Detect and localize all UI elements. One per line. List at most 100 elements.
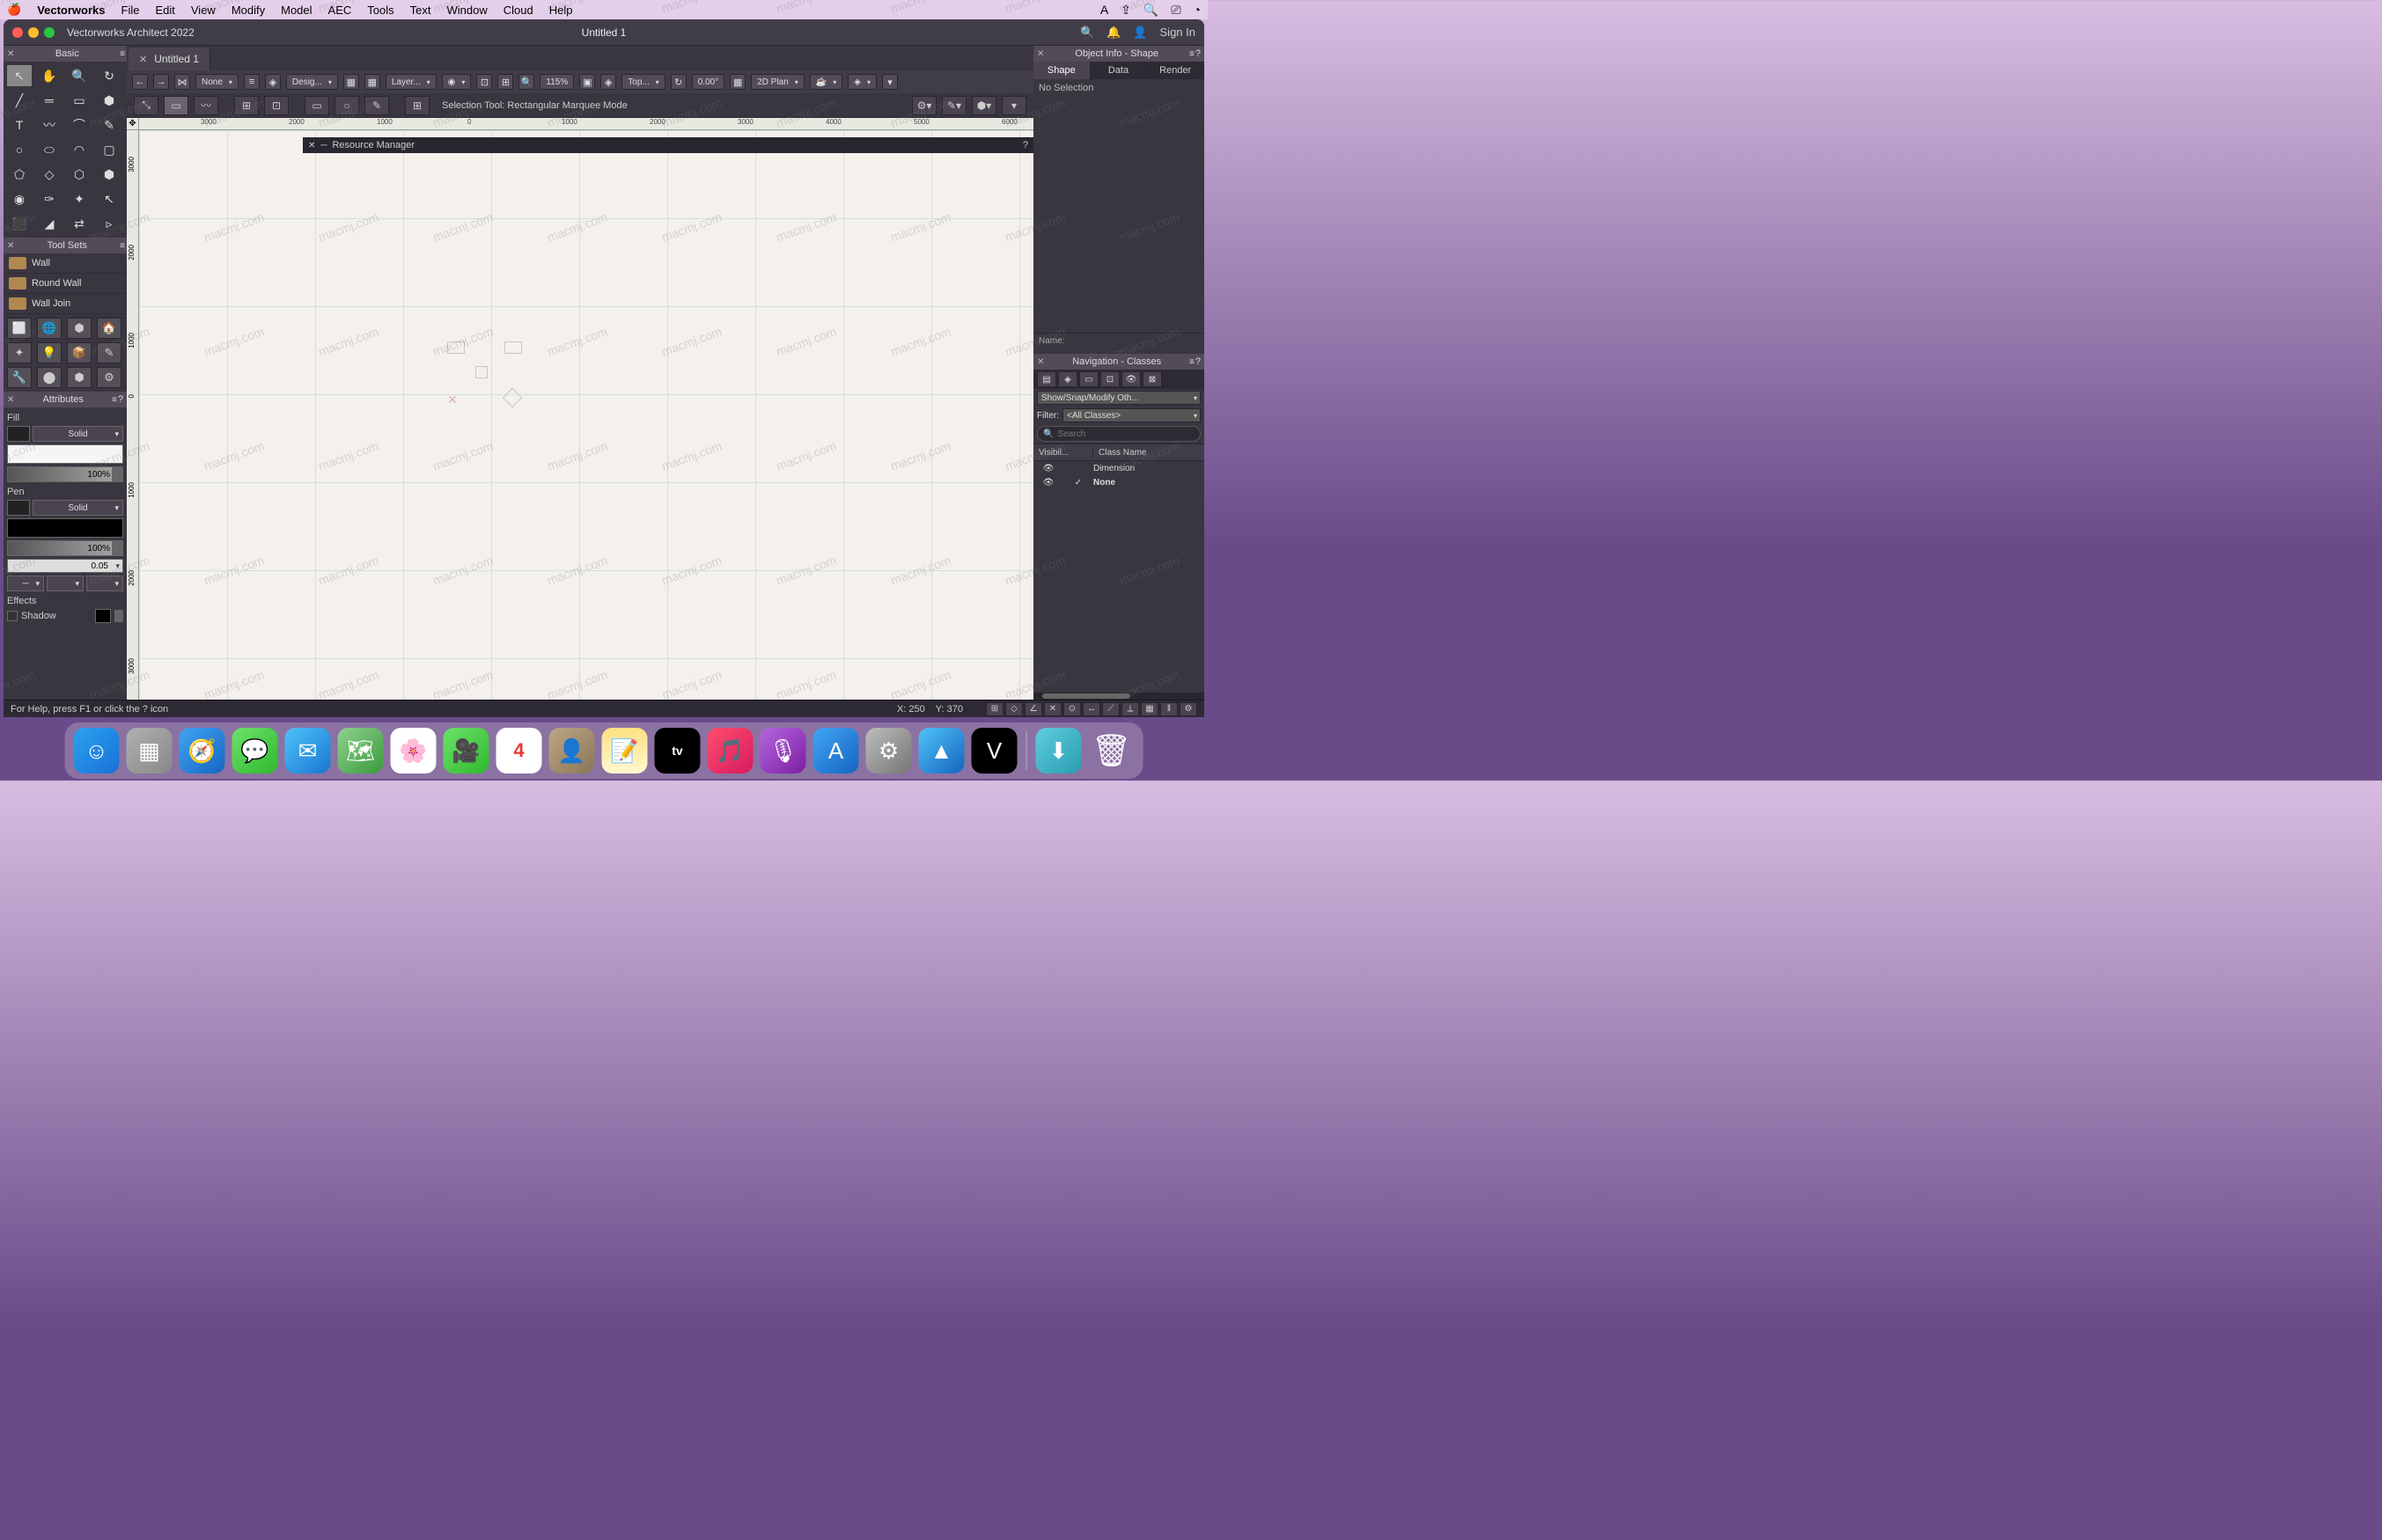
toolset-wall-join[interactable]: Wall Join (4, 294, 127, 314)
shadow-color-swatch[interactable] (95, 609, 111, 623)
menu-modify[interactable]: Modify (232, 4, 265, 17)
rectangle-tool-icon[interactable]: ▭ (67, 90, 92, 111)
menu-cloud[interactable]: Cloud (504, 4, 533, 17)
fill-color[interactable] (7, 444, 123, 464)
close-icon[interactable]: ✕ (7, 49, 14, 59)
mode-object-icon[interactable]: ⬢▾ (972, 96, 996, 115)
pen-opacity-slider[interactable]: 100% (7, 540, 123, 556)
dock-app-trash[interactable]: 🗑 (1089, 728, 1135, 774)
visibility-mode-dropdown[interactable]: Show/Snap/Modify Oth... (1037, 391, 1201, 405)
star-tool-icon[interactable]: ✦ (67, 188, 92, 209)
flyover-tool-icon[interactable]: ↻ (97, 65, 121, 86)
fit-objects-icon[interactable]: ⊞ (497, 74, 513, 90)
toolset-item-icon[interactable]: 🏠 (97, 318, 121, 339)
quarter-arc-tool-icon[interactable]: ◠ (67, 139, 92, 160)
render-mode-dropdown[interactable]: 2D Plan (751, 74, 805, 90)
text-tool-icon[interactable]: T (7, 114, 32, 136)
toolset-item-icon[interactable]: ⬜ (7, 318, 32, 339)
mode-dropdown-icon[interactable]: ▾ (1002, 96, 1026, 115)
arrow-start-dropdown[interactable] (47, 576, 84, 591)
mode-freehand-icon[interactable]: ✎ (364, 96, 389, 115)
menu-file[interactable]: File (121, 4, 140, 17)
menu-text[interactable]: Text (410, 4, 431, 17)
mode-prefs-icon[interactable]: ⊞ (405, 96, 430, 115)
dock-app-contacts[interactable]: 👤 (549, 728, 595, 774)
snap-smart-point-icon[interactable]: ⊙ (1063, 702, 1081, 716)
arrow-end-dropdown[interactable] (86, 576, 123, 591)
close-icon[interactable]: ✕ (1037, 49, 1044, 59)
layer-icon[interactable]: ◈ (265, 74, 281, 90)
active-check-icon[interactable]: ✓ (1063, 478, 1093, 488)
dock-app-vectorworks[interactable]: V (972, 728, 1018, 774)
class-row[interactable]: 👁 Dimension (1033, 461, 1204, 475)
snap-intersect-icon[interactable]: ✕ (1044, 702, 1062, 716)
view-cube-icon[interactable]: ▣ (579, 74, 595, 90)
mode-gear-icon[interactable]: ⚙▾ (912, 96, 937, 115)
nav-tab-classes-icon[interactable]: ▤ (1037, 371, 1056, 387)
snap-object-icon[interactable]: ◇ (1005, 702, 1023, 716)
regular-polygon-tool-icon[interactable]: ⬡ (67, 164, 92, 185)
polyline-tool-icon[interactable]: 〰 (37, 114, 62, 136)
snap-workplane-icon[interactable]: ▦ (1141, 702, 1158, 716)
workplane-dropdown[interactable]: Layer... (386, 74, 437, 90)
toolset-item-icon[interactable]: 🌐 (37, 318, 62, 339)
navigation-search-input[interactable]: 🔍 Search (1037, 426, 1201, 442)
tab-shape[interactable]: Shape (1033, 62, 1091, 79)
menu-edit[interactable]: Edit (155, 4, 174, 17)
mode-check-icon[interactable]: ✎▾ (942, 96, 967, 115)
visibility-icon[interactable]: 👁 (1033, 478, 1063, 488)
render-bg-dropdown[interactable]: ◈ (848, 74, 877, 90)
shadow-checkbox[interactable] (7, 611, 18, 621)
nav-tab-layers-icon[interactable]: ◈ (1058, 371, 1077, 387)
snap-distance-icon[interactable]: ↔ (1083, 702, 1100, 716)
line-tool-icon[interactable]: ╱ (7, 90, 32, 111)
close-icon[interactable]: ✕ (1037, 357, 1044, 367)
push-pull-tool-icon[interactable]: ⬢ (97, 90, 121, 111)
dock-app-notes[interactable]: 📝 (602, 728, 648, 774)
menu-tools[interactable]: Tools (367, 4, 393, 17)
dock-app-podcasts[interactable]: 🎙 (761, 728, 806, 774)
zoom-tool-icon[interactable]: 🔍 (67, 65, 92, 86)
palette-menu-icon[interactable]: ≡ (1189, 49, 1193, 59)
menu-window[interactable]: Window (446, 4, 487, 17)
window-close-button[interactable] (12, 27, 23, 38)
col-class-name[interactable]: Class Name (1093, 448, 1204, 458)
menu-aec[interactable]: AEC (328, 4, 352, 17)
mode-lasso-icon[interactable]: 〰 (194, 96, 218, 115)
close-icon[interactable]: ✕ (7, 241, 14, 251)
nav-tab-viewports-icon[interactable]: ⊡ (1100, 371, 1120, 387)
dock-app-appletv[interactable]: tv (655, 728, 701, 774)
sign-in-link[interactable]: Sign In (1160, 26, 1195, 39)
toolset-item-icon[interactable]: ✎ (97, 342, 121, 363)
spiral-tool-icon[interactable]: ◉ (7, 188, 32, 209)
dock-app-music[interactable]: 🎵 (708, 728, 754, 774)
dock-app-launchpad[interactable]: ▦ (127, 728, 173, 774)
viewbar-more-icon[interactable]: ▾ (882, 74, 898, 90)
fill-swatch[interactable] (7, 426, 30, 442)
toolset-round-wall[interactable]: Round Wall (4, 274, 127, 294)
locus-tool-icon[interactable]: ↖ (97, 188, 121, 209)
dock-app-mail[interactable]: ✉ (285, 728, 331, 774)
snap-suspend-icon[interactable]: ‖ (1160, 702, 1178, 716)
canvas-object[interactable] (504, 341, 522, 354)
oval-tool-icon[interactable]: ⬭ (37, 139, 62, 160)
pen-type-dropdown[interactable]: Solid (33, 500, 123, 516)
zoom-icon[interactable]: 🔍 (518, 74, 534, 90)
menu-help[interactable]: Help (549, 4, 573, 17)
fit-page-icon[interactable]: ⊡ (476, 74, 492, 90)
dock-app-downloads[interactable]: ⬇ (1036, 728, 1082, 774)
user-icon[interactable]: 👤 (1133, 26, 1147, 40)
toolset-wall[interactable]: Wall (4, 253, 127, 274)
dock-app-messages[interactable]: 💬 (232, 728, 278, 774)
stepper-icon[interactable] (112, 467, 122, 481)
dock-app-appstore[interactable]: A (813, 728, 859, 774)
nav-forward-icon[interactable]: → (153, 74, 169, 90)
nav-back-icon[interactable]: ← (132, 74, 148, 90)
toolset-item-icon[interactable]: 📦 (67, 342, 92, 363)
canvas-object[interactable] (503, 388, 523, 408)
double-line-tool-icon[interactable]: ═ (37, 90, 62, 111)
polygon-tool-icon[interactable]: ⬠ (7, 164, 32, 185)
col-visibility[interactable]: Visibil... (1033, 448, 1093, 458)
fill-opacity-slider[interactable]: 100% (7, 466, 123, 482)
attribute-mapping-tool-icon[interactable]: ⬛ (7, 213, 32, 234)
